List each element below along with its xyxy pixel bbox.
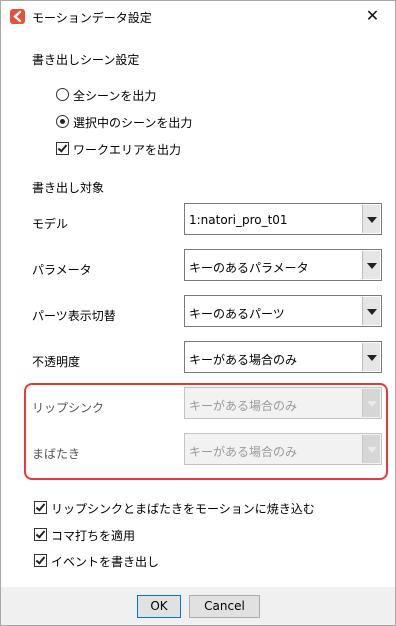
lipsync-select-value: キーがある場合のみ (189, 399, 298, 413)
motion-data-settings-dialog: モーションデータ設定 ✕ 書き出しシーン設定 全シーンを出力 選択中のシーンを出… (0, 0, 396, 626)
part-visibility-select[interactable]: キーのあるパーツ (184, 295, 382, 327)
parameter-select-value: キーのあるパラメータ (189, 261, 309, 275)
lipsync-select: キーがある場合のみ (184, 387, 382, 419)
export-events-checkbox[interactable] (34, 554, 47, 567)
blink-select: キーがある場合のみ (184, 433, 382, 465)
radio-selected-scene-label: 選択中のシーンを出力 (73, 116, 193, 130)
workarea-checkbox[interactable] (56, 142, 69, 155)
app-logo-icon (10, 9, 25, 24)
title-bar: モーションデータ設定 ✕ (1, 1, 395, 31)
opacity-select[interactable]: キーがある場合のみ (184, 341, 382, 373)
scene-section-label: 書き出しシーン設定 (32, 53, 140, 67)
radio-all-scenes-label: 全シーンを出力 (73, 89, 157, 103)
model-label: モデル (32, 217, 69, 231)
blink-label: まばたき (32, 447, 81, 461)
chevron-down-icon[interactable] (362, 297, 380, 325)
close-icon[interactable]: ✕ (350, 1, 395, 31)
part-visibility-select-value: キーのあるパーツ (189, 307, 285, 321)
dialog-content: 書き出しシーン設定 全シーンを出力 選択中のシーンを出力 ワークエリアを出力 書… (1, 31, 395, 587)
ok-button[interactable]: OK (137, 595, 181, 618)
workarea-label: ワークエリアを出力 (73, 143, 182, 157)
apply-step-label: コマ打ちを適用 (51, 529, 136, 543)
cancel-button[interactable]: Cancel (189, 595, 260, 618)
radio-selected-scene-button[interactable] (56, 115, 69, 128)
export-events-label: イベントを書き出し (51, 555, 160, 569)
chevron-down-icon (362, 435, 380, 463)
model-select[interactable]: 1:natori_pro_t01 (184, 203, 382, 235)
bake-lipsync-blink-checkbox[interactable] (34, 501, 47, 514)
chevron-down-icon (362, 389, 380, 417)
part-visibility-label: パーツ表示切替 (32, 309, 116, 323)
parameter-select[interactable]: キーのあるパラメータ (184, 249, 382, 281)
lipsync-label: リップシンク (32, 401, 105, 415)
target-section-label: 書き出し対象 (32, 181, 105, 195)
model-select-value: 1:natori_pro_t01 (189, 213, 288, 227)
opacity-label: 不透明度 (32, 355, 81, 369)
chevron-down-icon[interactable] (362, 205, 380, 233)
bake-lipsync-blink-label: リップシンクとまばたきをモーションに焼き込む (51, 502, 315, 516)
parameter-label: パラメータ (32, 263, 92, 277)
blink-select-value: キーがある場合のみ (189, 445, 298, 459)
dialog-footer: OK Cancel (1, 587, 395, 625)
apply-step-checkbox[interactable] (34, 528, 47, 541)
window-title: モーションデータ設定 (32, 11, 152, 25)
opacity-select-value: キーがある場合のみ (189, 353, 298, 367)
chevron-down-icon[interactable] (362, 251, 380, 279)
radio-all-scenes-button[interactable] (56, 88, 69, 101)
chevron-down-icon[interactable] (362, 343, 380, 371)
